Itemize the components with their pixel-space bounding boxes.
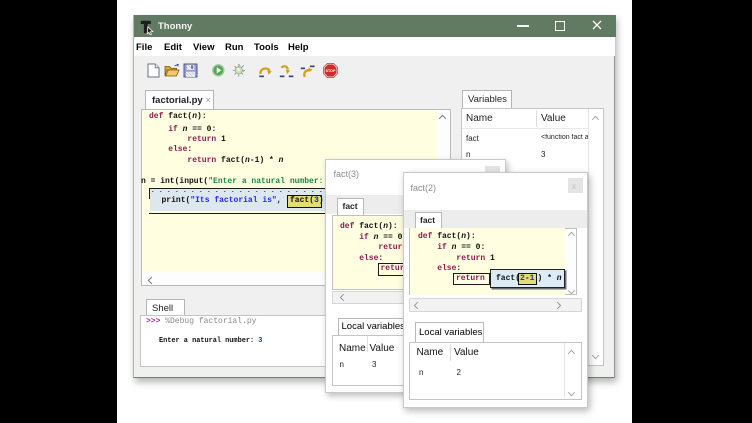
svg-text:STOP: STOP (326, 69, 336, 73)
